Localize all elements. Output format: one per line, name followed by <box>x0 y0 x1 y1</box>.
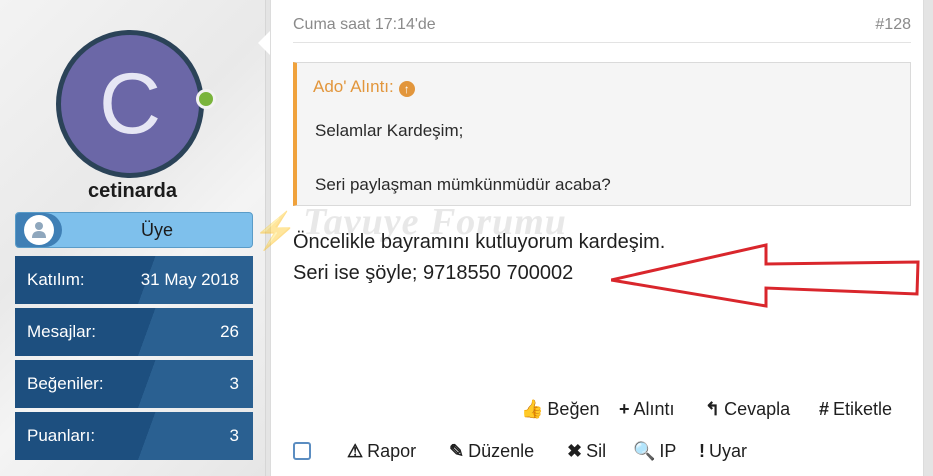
delete-button[interactable]: ✖ Sil <box>567 441 606 462</box>
report-label: Rapor <box>367 441 417 461</box>
hashtag-icon: # <box>819 399 830 419</box>
stat-label: Beğeniler: <box>27 374 104 393</box>
watermark-bolt-icon: ⚡ <box>253 210 298 251</box>
role-badge: Üye <box>15 212 253 248</box>
post-body-line: Seri ise şöyle; 9718550 700002 <box>293 262 574 284</box>
online-status-dot <box>196 89 216 109</box>
username[interactable]: cetinarda <box>0 180 265 203</box>
avatar-letter: C <box>98 56 162 152</box>
exclamation-icon: ! <box>699 441 705 461</box>
warn-label: Uyar <box>709 441 748 461</box>
reply-button[interactable]: ↰ Cevapla <box>705 399 790 420</box>
quote-header[interactable]: Ado' Alıntı: ↑ <box>313 77 415 97</box>
stat-label: Puanları: <box>27 426 96 445</box>
like-label: Beğen <box>547 399 600 419</box>
post: Cuma saat 17:14'de #128 Ado' Alıntı: ↑ Se… <box>253 0 924 476</box>
quote-line: Selamlar Kardeşim; <box>315 121 464 140</box>
stat-value: 26 <box>220 322 239 341</box>
role-label: Üye <box>140 220 173 240</box>
quote-block: Ado' Alıntı: ↑ Selamlar Kardeşim; Seri pa… <box>293 62 911 206</box>
plus-icon: + <box>619 399 630 419</box>
stat-value: 31 May 2018 <box>140 270 239 289</box>
edit-button[interactable]: ✎ Düzenle <box>449 441 534 462</box>
reply-icon: ↰ <box>705 399 721 419</box>
warning-icon: ⚠ <box>347 441 364 461</box>
role-icon-wrap <box>16 213 62 247</box>
stat-label: Katılım: <box>27 270 85 289</box>
quote-label: Alıntı <box>633 399 675 419</box>
thumbs-up-icon: 👍 <box>521 399 544 419</box>
report-button[interactable]: ⚠ Rapor <box>347 441 416 462</box>
tag-button[interactable]: # Etiketle <box>819 399 892 420</box>
quote-line: Seri paylaşman mümkünmüdür acaba? <box>315 175 611 194</box>
post-number[interactable]: #128 <box>875 16 911 34</box>
close-icon: ✖ <box>567 441 583 461</box>
delete-label: Sil <box>586 441 607 461</box>
user-stats: Katılım: 31 May 2018 Mesajlar: 26 Beğeni… <box>15 256 253 464</box>
post-date[interactable]: Cuma saat 17:14'de <box>293 16 436 34</box>
user-panel: C cetinarda Üye Katılım: 31 May 2018 Mes… <box>0 0 266 476</box>
search-icon: 🔍 <box>633 441 656 461</box>
stat-value: 3 <box>229 374 239 393</box>
stat-row-points: Puanları: 3 <box>15 412 253 460</box>
stat-row-messages: Mesajlar: 26 <box>15 308 253 356</box>
quote-author[interactable]: Ado' Alıntı: <box>313 77 394 96</box>
like-button[interactable]: 👍 Beğen <box>521 399 599 420</box>
user-icon <box>24 215 54 245</box>
select-post-checkbox[interactable] <box>293 442 311 460</box>
reply-label: Cevapla <box>724 399 791 419</box>
stat-row-likes: Beğeniler: 3 <box>15 360 253 408</box>
ip-label: IP <box>659 441 677 461</box>
stat-label: Mesajlar: <box>27 322 96 341</box>
tag-label: Etiketle <box>833 399 893 419</box>
pencil-icon: ✎ <box>449 441 465 461</box>
stat-row-joined: Katılım: 31 May 2018 <box>15 256 253 304</box>
arrow-up-icon[interactable]: ↑ <box>398 81 415 97</box>
avatar[interactable]: C <box>56 30 204 178</box>
stat-value: 3 <box>229 426 239 445</box>
ip-button[interactable]: 🔍 IP <box>633 441 676 462</box>
quote-button[interactable]: + Alıntı <box>619 399 675 420</box>
divider <box>293 42 911 43</box>
post-body-line: Öncelikle bayramını kutluyorum kardeşim. <box>293 231 666 253</box>
warn-button[interactable]: ! Uyar <box>699 441 747 462</box>
edit-label: Düzenle <box>468 441 535 461</box>
annotation-arrow <box>611 243 920 308</box>
